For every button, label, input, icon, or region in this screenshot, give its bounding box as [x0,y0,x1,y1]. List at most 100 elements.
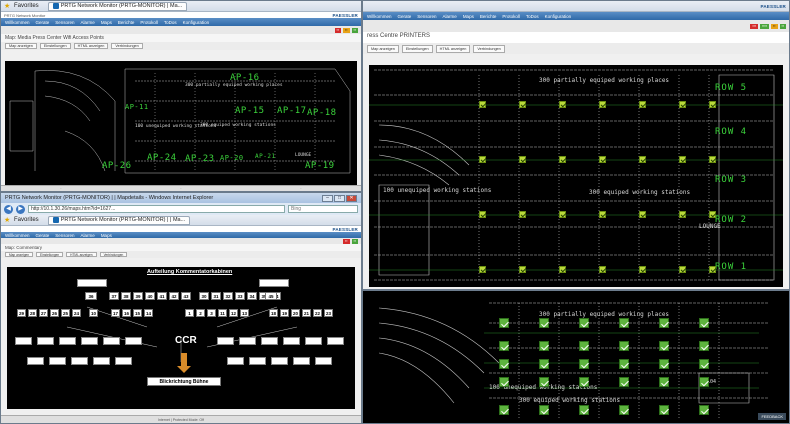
tab-map-anzeigen[interactable]: Map anzeigen [5,43,37,49]
ap-17-marker[interactable]: AP-17 [277,106,307,116]
close-button[interactable]: ✕ [346,194,357,202]
ie-favorites-star-icon[interactable]: ★ [4,217,11,224]
alarm-green-badge[interactable]: ▪▪ [351,27,358,33]
printers-floorplan-canvas[interactable]: 300 partially equiped working places 100… [369,65,783,287]
booth-25[interactable]: 25 [61,309,70,317]
right-tab-einstellungen[interactable]: Einstellungen [401,44,433,53]
printer-ok-marker[interactable] [709,156,716,163]
booth-29[interactable]: 29 [17,309,26,317]
ie-menu-item-willkommen[interactable]: Willkommen [5,233,30,238]
booth-40[interactable]: 40 [145,292,155,300]
right-alarm-red-badge[interactable]: ▪▪▪ [750,23,759,29]
feedback-button[interactable]: FEEDBACK [758,413,786,420]
bottom-ok-marker[interactable] [579,318,589,328]
printer-ok-marker[interactable] [639,266,646,273]
booth-30[interactable]: 30 [199,292,209,300]
booth-1[interactable]: 1 [185,309,194,317]
printer-ok-marker[interactable] [599,101,606,108]
bottom-ok-marker[interactable] [539,318,549,328]
right-alarm-yellow-badge[interactable]: ▪▪ [771,23,778,29]
booth-15[interactable]: 15 [133,309,142,317]
tab-verbindungen[interactable]: Verbindungen [111,43,143,49]
booth-26[interactable]: 26 [50,309,59,317]
favorites-star-icon[interactable]: ★ [4,3,11,10]
ie-favorites-label[interactable]: Favorites [14,217,39,223]
booth-36[interactable]: 36 [85,292,97,300]
booth-38[interactable]: 38 [121,292,131,300]
booth-10[interactable]: 10 [89,309,98,317]
bottom-ok-marker[interactable] [539,359,549,369]
bottom-ok-marker[interactable] [499,318,509,328]
menu-item-willkommen[interactable]: Willkommen [5,20,30,25]
browser-tab[interactable]: PRTG Network Monitor (PRTG-MONITOR) | Ma… [47,1,188,11]
menu-item-protokoll[interactable]: Protokoll [140,20,158,25]
bottom-ok-marker[interactable] [499,359,509,369]
bottom-ok-marker[interactable] [619,405,629,415]
booth-unlabeled[interactable] [115,357,132,365]
bottom-ok-marker[interactable] [539,405,549,415]
booth-unlabeled[interactable] [71,357,88,365]
right-tab-html-anzeigen[interactable]: HTML anzeigen [435,44,471,53]
booth-unlabeled[interactable] [261,337,278,345]
ie-tab-html-anzeigen[interactable]: HTML anzeigen [66,252,97,257]
booth-unlabeled[interactable] [227,357,244,365]
booth-unlabeled[interactable] [293,357,310,365]
right-alarm-green-badge[interactable]: ▪▪▪▪ [760,23,770,29]
bottom-ok-marker[interactable] [699,359,709,369]
forward-arrow-icon[interactable]: ▶ [16,204,25,214]
printer-ok-marker[interactable] [559,266,566,273]
booth-32[interactable]: 32 [223,292,233,300]
ie-menu-item-alarme[interactable]: Alarme [81,233,95,238]
alarm-red-badge[interactable]: ▪▪ [334,27,342,33]
booth-23[interactable]: 23 [324,309,333,317]
booth-unlabeled[interactable] [27,357,44,365]
commentary-canvas[interactable]: Aufteilung Kommentatorkabinen 36 37 38 39 40… [7,267,355,409]
booth-3[interactable]: 3 [207,309,216,317]
booth-21[interactable]: 21 [302,309,311,317]
ie-menu-item-gerate[interactable]: Gerate [36,233,50,238]
wifi-floorplan-canvas[interactable]: 300 partially equiped working places 100… [5,61,357,185]
ap-21-marker[interactable]: AP-21 [255,153,276,160]
booth-unlabeled[interactable] [15,337,32,345]
printer-ok-marker[interactable] [559,101,566,108]
right-tab-verbindungen[interactable]: Verbindungen [473,44,505,53]
bottom-ok-marker[interactable] [659,405,669,415]
menu-item-todos[interactable]: ToDos [164,20,177,25]
bottom-ok-marker[interactable] [619,318,629,328]
printer-ok-marker[interactable] [479,266,486,273]
ie-menu-item-sensoren[interactable]: Sensoren [55,233,74,238]
ie-tab-einstellungen[interactable]: Einstellungen [36,252,64,257]
url-input[interactable]: http://10.1.30.26/maps.htm?id=1627... [28,205,285,213]
bottom-ok-marker[interactable] [699,377,709,387]
booth-unlabeled[interactable] [217,337,234,345]
bottom-ok-marker[interactable] [659,318,669,328]
booth-24[interactable]: 24 [72,309,81,317]
bottom-ok-marker[interactable] [699,341,709,351]
booth-31[interactable]: 31 [211,292,221,300]
tab-einstellungen[interactable]: Einstellungen [39,43,71,49]
menu-item-alarme[interactable]: Alarme [81,20,95,25]
booth-unlabeled[interactable] [239,337,256,345]
bottom-ok-marker[interactable] [499,377,509,387]
right-menu-item-sensoren[interactable]: Sensoren [417,14,436,19]
ap-26-marker[interactable]: AP-26 [102,161,132,171]
printer-ok-marker[interactable] [479,101,486,108]
booth-13[interactable]: 13 [240,309,249,317]
search-input[interactable]: Bing [288,205,358,213]
right-menu-item-todos[interactable]: ToDos [526,14,539,19]
bottom-ok-marker[interactable] [619,377,629,387]
ap-24-marker[interactable]: AP-24 [147,153,177,163]
bottom-ok-marker[interactable] [539,377,549,387]
bottom-ok-marker[interactable] [659,377,669,387]
booth-27[interactable]: 27 [39,309,48,317]
bottom-ok-marker[interactable] [499,341,509,351]
minimize-button[interactable]: – [322,194,333,202]
printer-ok-marker[interactable] [599,211,606,218]
menu-item-gerate[interactable]: Gerate [36,20,50,25]
bottom-ok-marker[interactable] [579,341,589,351]
printer-ok-marker[interactable] [639,211,646,218]
booth-12[interactable]: 12 [229,309,238,317]
booth-unlabeled[interactable] [327,337,344,345]
ap-23-marker[interactable]: AP-23 [185,154,215,164]
menu-item-sensoren[interactable]: Sensoren [55,20,74,25]
